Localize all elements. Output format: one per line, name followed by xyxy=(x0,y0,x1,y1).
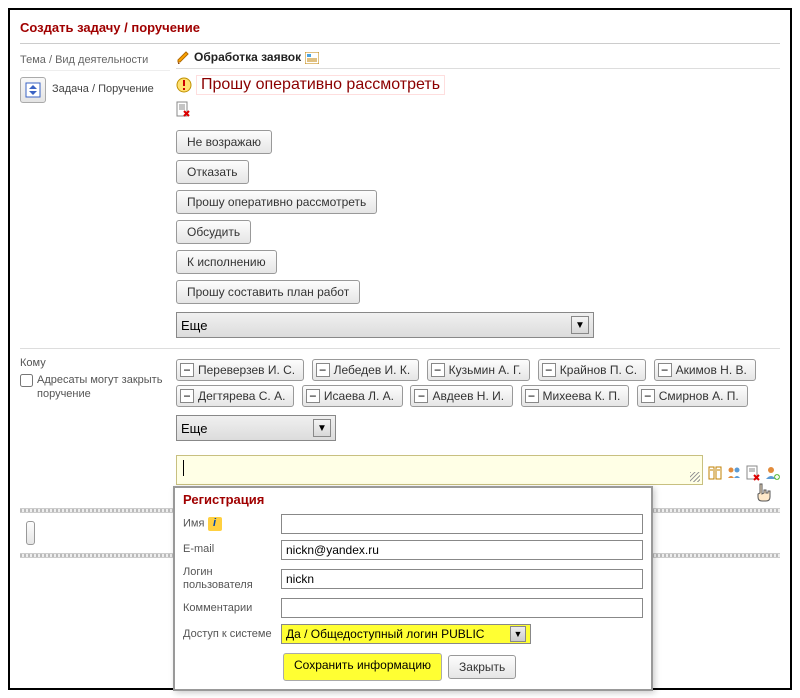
action-button[interactable]: Не возражаю xyxy=(176,130,272,154)
modal-title: Регистрация xyxy=(175,488,651,511)
save-button[interactable]: Сохранить информацию xyxy=(283,653,442,681)
access-select-value: Да / Общедоступный логин PUBLIC xyxy=(286,627,484,641)
recipient-chip[interactable]: −Михеева К. П. xyxy=(521,385,630,407)
card-icon[interactable] xyxy=(305,51,319,63)
comment-textarea[interactable] xyxy=(176,455,703,485)
recipient-chips: −Переверзев И. С. −Лебедев И. К. −Кузьми… xyxy=(176,357,780,409)
chevron-down-icon: ▼ xyxy=(571,316,589,334)
recipient-chip[interactable]: −Акимов Н. В. xyxy=(654,359,756,381)
info-icon[interactable]: i xyxy=(208,517,222,531)
remove-icon[interactable]: − xyxy=(658,363,672,377)
remove-icon[interactable]: − xyxy=(431,363,445,377)
doc-delete-icon[interactable] xyxy=(745,465,761,481)
name-field[interactable] xyxy=(281,514,643,534)
name-label: Имя i xyxy=(183,517,275,531)
activity-section-label: Тема / Вид деятельности xyxy=(20,50,170,71)
users-icon[interactable] xyxy=(726,465,742,481)
recipient-chip[interactable]: −Дегтярева С. А. xyxy=(176,385,294,407)
access-select[interactable]: Да / Общедоступный логин PUBLIC ▼ xyxy=(281,624,531,644)
resize-handle[interactable] xyxy=(690,472,700,482)
remove-icon[interactable]: − xyxy=(542,363,556,377)
remove-icon[interactable]: − xyxy=(180,389,194,403)
recipient-chip[interactable]: −Переверзев И. С. xyxy=(176,359,304,381)
comment-field[interactable] xyxy=(281,598,643,618)
recipients-can-close-checkbox[interactable]: Адресаты могут закрыть поручение xyxy=(20,373,170,402)
book-icon[interactable] xyxy=(707,465,723,481)
recipient-chip[interactable]: −Исаева Л. А. xyxy=(302,385,403,407)
page-title: Создать задачу / поручение xyxy=(20,16,780,44)
remove-icon[interactable]: − xyxy=(316,363,330,377)
checkbox-input[interactable] xyxy=(20,374,33,387)
registration-modal: Регистрация Имя i E-mail Логин пользоват… xyxy=(173,486,653,691)
cursor-pointer-icon xyxy=(756,482,776,511)
task-updown-icon xyxy=(20,77,46,103)
access-label: Доступ к системе xyxy=(183,628,275,641)
recipient-chip[interactable]: −Крайнов П. С. xyxy=(538,359,646,381)
comment-label: Комментарии xyxy=(183,602,275,615)
email-field[interactable] xyxy=(281,540,643,560)
task-type-label: Задача / Поручение xyxy=(52,83,154,96)
doc-delete-icon[interactable] xyxy=(176,104,190,121)
close-button[interactable]: Закрыть xyxy=(448,655,516,679)
pencil-icon[interactable] xyxy=(176,50,190,64)
subject-text[interactable]: Прошу оперативно рассмотреть xyxy=(196,75,445,95)
remove-icon[interactable]: − xyxy=(180,363,194,377)
more-recipients-dropdown[interactable]: Еще ▼ xyxy=(176,415,336,441)
email-label: E-mail xyxy=(183,543,275,556)
recipient-chip[interactable]: −Лебедев И. К. xyxy=(312,359,420,381)
login-label: Логин пользователя xyxy=(183,566,275,592)
action-buttons-group: Не возражаю Отказать Прошу оперативно ра… xyxy=(176,128,780,306)
login-field[interactable] xyxy=(281,569,643,589)
user-add-icon[interactable] xyxy=(764,465,780,481)
remove-icon[interactable]: − xyxy=(414,389,428,403)
recipient-chip[interactable]: −Авдеев Н. И. xyxy=(410,385,513,407)
action-button[interactable]: Обсудить xyxy=(176,220,251,244)
dropdown-label: Еще xyxy=(181,421,207,436)
checkbox-label: Адресаты могут закрыть поручение xyxy=(37,373,170,402)
action-button[interactable]: К исполнению xyxy=(176,250,277,274)
exclamation-icon xyxy=(176,77,192,93)
remove-icon[interactable]: − xyxy=(525,389,539,403)
recipient-chip[interactable]: −Смирнов А. П. xyxy=(637,385,748,407)
action-button[interactable]: Отказать xyxy=(176,160,249,184)
activity-title: Обработка заявок xyxy=(194,50,301,64)
remove-icon[interactable]: − xyxy=(641,389,655,403)
remove-icon[interactable]: − xyxy=(306,389,320,403)
action-button[interactable]: Прошу оперативно рассмотреть xyxy=(176,190,377,214)
task-type-button[interactable]: Задача / Поручение xyxy=(20,77,170,103)
action-button[interactable]: Прошу составить план работ xyxy=(176,280,360,304)
recipients-label: Кому xyxy=(20,357,170,369)
more-actions-dropdown[interactable]: Еще ▼ xyxy=(176,312,594,338)
recipient-chip[interactable]: −Кузьмин А. Г. xyxy=(427,359,531,381)
dropdown-label: Еще xyxy=(181,318,207,333)
chevron-down-icon: ▼ xyxy=(313,419,331,437)
collapsed-button[interactable] xyxy=(26,521,35,545)
chevron-down-icon: ▼ xyxy=(510,626,526,642)
